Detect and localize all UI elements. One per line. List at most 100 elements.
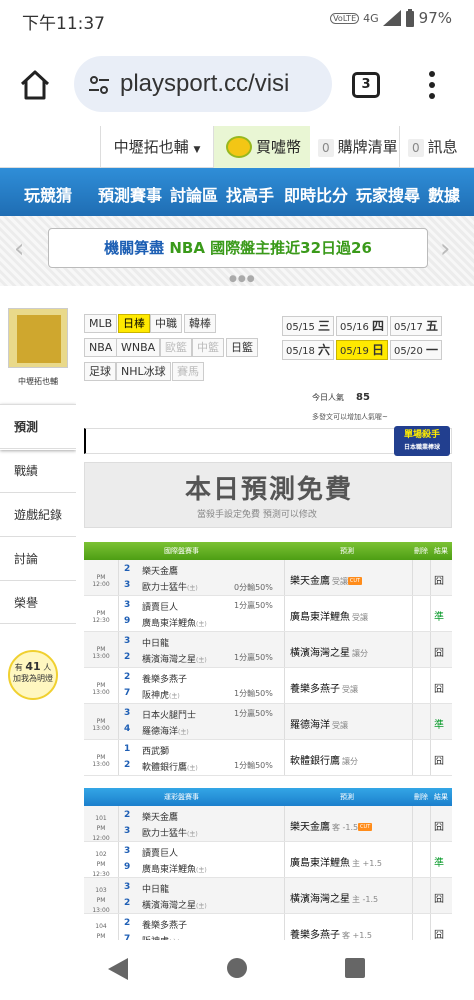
prediction-pick: 橫濱海灣之星主 -1.5 xyxy=(290,894,379,905)
team1-number: 2 xyxy=(124,564,131,574)
free-subtitle: 當殺手設定免費 預測可以修改 xyxy=(197,510,317,520)
league-mlb[interactable]: MLB xyxy=(84,314,118,333)
date-0516[interactable]: 05/16 四 xyxy=(336,316,389,336)
site-settings-icon[interactable] xyxy=(88,74,110,96)
back-icon[interactable] xyxy=(106,956,130,982)
divider xyxy=(412,806,413,841)
user-menu[interactable]: 中壢拓也輔 ▼ xyxy=(100,126,214,168)
address-bar[interactable]: playsport.cc/visi xyxy=(74,56,332,112)
team1-name: 養樂多燕子 xyxy=(142,921,188,931)
divider xyxy=(430,632,431,667)
fans-lamp[interactable]: 有 41 人加我為明燈 xyxy=(8,650,58,700)
home-marker: (主) xyxy=(196,867,207,874)
chevron-down-icon: ▼ xyxy=(193,145,201,155)
result-value: 囧 xyxy=(434,894,444,905)
cut-icon: CUT xyxy=(358,823,373,831)
killer-badge: 單場殺手 日本職業棒球 xyxy=(394,426,450,456)
match-time: 101 PM 12:00 xyxy=(92,815,110,842)
promo-text-main: 機關算盡 xyxy=(104,239,170,257)
league-cpbl[interactable]: 中職 xyxy=(150,314,182,333)
divider xyxy=(430,704,431,739)
home-marker: (主) xyxy=(169,693,180,700)
header-pick: 預測 xyxy=(340,547,354,555)
home-marker: (主) xyxy=(178,729,189,736)
team2-name: 羅德海洋(主) xyxy=(142,727,189,737)
team2-number: 9 xyxy=(124,862,131,872)
cart-count: 0 xyxy=(318,139,334,157)
date-0515[interactable]: 05/15 三 xyxy=(282,316,335,336)
sidebar-username: 中壢拓也輔 xyxy=(18,377,58,386)
sidebar-item-honor[interactable]: 榮譽 xyxy=(0,580,76,624)
intl-table: 國際盤賽事 預測 刪除 結果 PM 12:00 2 樂天金鷹 3 歐力士猛牛(主… xyxy=(84,542,452,776)
odds-text: 1分贏50% xyxy=(234,709,273,718)
divider xyxy=(284,842,285,877)
league-nhl[interactable]: NHL冰球 xyxy=(116,362,171,381)
league-euro-basket: 歐籃 xyxy=(160,338,192,357)
avatar[interactable] xyxy=(8,308,68,368)
tw-table-body: 101 PM 12:00 2 樂天金鷹 3 歐力士猛牛(主) 樂天金鷹客 -1.5… xyxy=(84,806,452,950)
team1-name: 讀賣巨人 xyxy=(142,603,179,613)
league-jp-basket[interactable]: 日籃 xyxy=(226,338,258,357)
pick-mark: 讓分 xyxy=(342,757,358,766)
main-content: MLB 日棒 中職 韓棒 NBA WNBA 歐籃 中籃 日籃 足球 NHL冰球 … xyxy=(76,300,474,950)
date-0519[interactable]: 05/19 日 xyxy=(336,340,389,360)
divider xyxy=(118,560,119,595)
nav-item-experts[interactable]: 找高手 xyxy=(226,182,274,206)
tab-switcher-button[interactable]: 3 xyxy=(352,72,380,98)
date-0518[interactable]: 05/18 六 xyxy=(282,340,335,360)
team1-number: 3 xyxy=(124,846,131,856)
divider xyxy=(284,878,285,913)
buy-coin-label: 買噓幣 xyxy=(256,138,302,156)
nav-item-data[interactable]: 數據 xyxy=(428,182,460,206)
league-nba[interactable]: NBA xyxy=(84,338,118,357)
date-0520[interactable]: 05/20 一 xyxy=(390,340,443,360)
odds-text: 1分贏50% xyxy=(234,601,273,610)
nav-item-play[interactable]: 玩競猜 xyxy=(24,182,72,206)
result-value: 囧 xyxy=(434,930,444,941)
table-row: PM 12:30 3 讀賣巨人 9 廣島東洋鯉魚(主) 1分贏50% 廣島東洋鯉… xyxy=(84,596,452,632)
header-result: 結果 xyxy=(434,547,448,555)
divider xyxy=(430,806,431,841)
date-0517[interactable]: 05/17 五 xyxy=(390,316,443,336)
sidebar-item-discuss[interactable]: 討論 xyxy=(0,536,76,580)
sidebar-item-record[interactable]: 戰績 xyxy=(0,448,76,492)
nav-item-predict[interactable]: 預測賽事 xyxy=(98,182,162,206)
nav-item-player-search[interactable]: 玩家搜尋 xyxy=(356,182,420,206)
coin-icon xyxy=(226,136,252,158)
team2-name: 阪神虎(主) xyxy=(142,691,180,701)
divider xyxy=(412,596,413,631)
promo-text[interactable]: 機關算盡 NBA 國際盤主推近32日過26 xyxy=(48,228,428,268)
nav-item-livescore[interactable]: 即時比分 xyxy=(284,182,348,206)
sidebar-item-predict[interactable]: 預測 xyxy=(0,404,76,448)
message-link[interactable]: 0 訊息 xyxy=(400,126,474,168)
league-wnba[interactable]: WNBA xyxy=(116,338,161,357)
home-circle-icon[interactable] xyxy=(226,957,248,979)
prediction-pick: 軟體銀行鷹 讓分 xyxy=(290,756,358,767)
signal-icon xyxy=(382,10,401,26)
team2-name: 廣島東洋鯉魚(主) xyxy=(142,619,207,629)
prediction-pick: 養樂多燕子客 +1.5 xyxy=(290,930,372,941)
league-soccer[interactable]: 足球 xyxy=(84,362,116,381)
status-time: 下午11:37 xyxy=(22,14,105,34)
nav-item-forum[interactable]: 討論區 xyxy=(170,182,218,206)
home-icon[interactable] xyxy=(18,68,52,102)
more-menu-icon[interactable] xyxy=(428,70,436,100)
team2-number: 2 xyxy=(124,898,131,908)
message-label: 訊息 xyxy=(427,138,458,156)
league-npb[interactable]: 日棒 xyxy=(118,314,150,333)
sidebar-item-game-log[interactable]: 遊戲紀錄 xyxy=(0,492,76,536)
divider xyxy=(412,560,413,595)
team1-name: 樂天金鷹 xyxy=(142,567,179,577)
result-value: 囧 xyxy=(434,648,444,659)
url-text[interactable]: playsport.cc/visi xyxy=(120,70,324,98)
cart-link[interactable]: 0 購牌清單 xyxy=(310,126,400,168)
home-marker: (主) xyxy=(196,903,207,910)
chevron-left-icon[interactable]: ‹ xyxy=(14,234,24,264)
buy-coin-button[interactable]: 買噓幣 xyxy=(214,126,310,168)
league-kbo[interactable]: 韓棒 xyxy=(184,314,216,333)
recents-icon[interactable] xyxy=(344,957,366,979)
chevron-right-icon[interactable]: › xyxy=(440,234,450,264)
free-banner: 本日預測免費 當殺手設定免費 預測可以修改 xyxy=(84,462,452,528)
team1-number: 2 xyxy=(124,810,131,820)
header-del: 刪除 xyxy=(414,793,428,801)
